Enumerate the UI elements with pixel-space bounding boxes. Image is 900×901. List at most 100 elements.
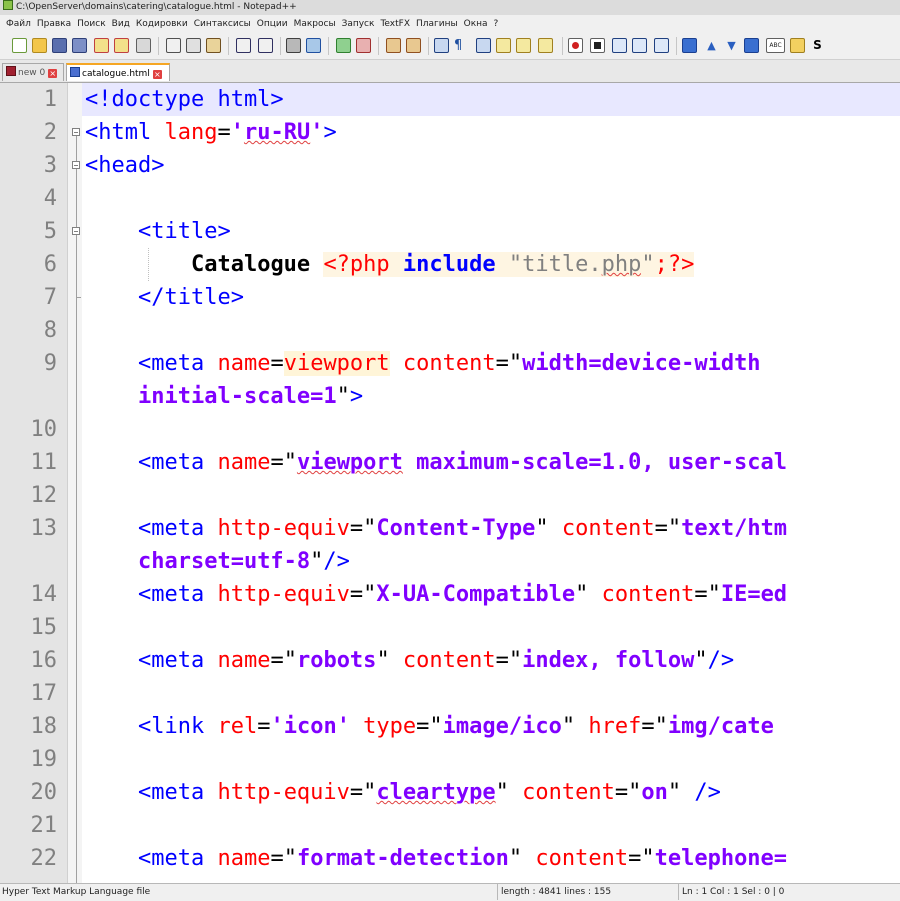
fold-toggle-icon[interactable]	[72, 128, 80, 136]
status-bar: Hyper Text Markup Language file length :…	[0, 883, 900, 901]
spell-check-icon[interactable]: ABC	[766, 38, 785, 53]
menu-run[interactable]: Запуск	[342, 15, 375, 33]
save-macro-icon[interactable]	[654, 38, 669, 53]
fold-margin	[68, 83, 82, 883]
close-tab-icon[interactable]: ×	[48, 69, 58, 78]
status-length: length : 4841	[501, 887, 562, 897]
code-line: <link rel='icon' type="image/ico" href="…	[137, 714, 774, 739]
fold-line	[76, 169, 77, 227]
menu-help[interactable]: ?	[494, 15, 499, 33]
menu-search[interactable]: Поиск	[77, 15, 106, 33]
fold-toggle-icon[interactable]	[72, 161, 80, 169]
close-tab-icon[interactable]: ×	[152, 70, 162, 79]
saved-file-icon	[70, 67, 80, 77]
menu-settings[interactable]: Опции	[257, 15, 288, 33]
stop-macro-icon[interactable]	[590, 38, 605, 53]
code-line: <head>	[85, 153, 165, 178]
zoom-in-icon[interactable]	[336, 38, 351, 53]
word-wrap-icon[interactable]	[434, 38, 449, 53]
indent-guide-icon[interactable]	[476, 38, 491, 53]
code-line: <meta name=viewport content="width=devic…	[137, 351, 761, 376]
title-bar: C:\OpenServer\domains\catering\catalogue…	[0, 0, 900, 15]
line-number: 17	[30, 681, 58, 706]
menu-view[interactable]: Вид	[112, 15, 130, 33]
close-icon[interactable]	[94, 38, 109, 53]
cut-icon[interactable]	[166, 38, 181, 53]
menu-window[interactable]: Окна	[464, 15, 488, 33]
new-file-icon[interactable]	[12, 38, 27, 53]
code-line: charset=utf-8"/>	[137, 549, 350, 574]
line-number: 11	[30, 450, 58, 475]
menu-language[interactable]: Синтаксисы	[194, 15, 251, 33]
line-number: 10	[30, 417, 58, 442]
tab-new[interactable]: new 0 ×	[2, 63, 64, 81]
code-line: Catalogue <?php include "title.php";?>	[190, 252, 695, 277]
line-number: 18	[30, 714, 58, 739]
line-number: 6	[43, 252, 57, 277]
code-line: <meta http-equiv="X-UA-Compatible" conte…	[137, 582, 788, 607]
user-defined-language-icon[interactable]	[496, 38, 511, 53]
replace-icon[interactable]	[306, 38, 321, 53]
sync-horizontal-icon[interactable]	[406, 38, 421, 53]
document-map-icon[interactable]	[516, 38, 531, 53]
line-number: 1	[43, 87, 57, 112]
fold-toggle-icon[interactable]	[72, 227, 80, 235]
code-line: <!doctype html>	[85, 87, 284, 112]
sort-icon[interactable]	[744, 38, 759, 53]
redo-icon[interactable]	[258, 38, 273, 53]
sync-vertical-icon[interactable]	[386, 38, 401, 53]
arrow-up-icon[interactable]: ▲	[704, 38, 719, 53]
code-editor[interactable]: 1 2 3 4 5 6 7 8 9 10 11 12 13 14 15 16 1…	[0, 83, 900, 883]
save-icon[interactable]	[52, 38, 67, 53]
code-line: <title>	[137, 219, 231, 244]
code-line: <meta name="viewport maximum-scale=1.0, …	[137, 450, 788, 475]
line-number: 16	[30, 648, 58, 673]
line-number: 19	[30, 747, 58, 772]
show-all-characters-icon[interactable]: ¶	[454, 38, 464, 53]
fold-line	[76, 235, 77, 883]
menu-bar: Файл Правка Поиск Вид Кодировки Синтаксисы Опц…	[0, 15, 900, 33]
close-all-icon[interactable]	[114, 38, 129, 53]
run-macro-multiple-icon[interactable]	[632, 38, 647, 53]
open-file-icon[interactable]	[32, 38, 47, 53]
tab-catalogue-label: catalogue.html	[82, 69, 150, 79]
line-number: 9	[43, 351, 57, 376]
paste-icon[interactable]	[206, 38, 221, 53]
menu-plugins[interactable]: Плагины	[416, 15, 458, 33]
window-title: C:\OpenServer\domains\catering\catalogue…	[16, 2, 297, 12]
save-all-icon[interactable]	[72, 38, 87, 53]
record-macro-icon[interactable]	[568, 38, 583, 53]
unsaved-file-icon	[6, 66, 16, 76]
menu-macro[interactable]: Макросы	[294, 15, 336, 33]
line-number: 5	[43, 219, 57, 244]
line-number: 4	[43, 186, 57, 211]
code-line: </title>	[137, 285, 244, 310]
status-lines: lines : 155	[564, 887, 612, 897]
playback-macro-icon[interactable]	[612, 38, 627, 53]
line-number: 14	[30, 582, 58, 607]
fold-line	[76, 136, 77, 161]
copy-icon[interactable]	[186, 38, 201, 53]
s-icon[interactable]: S	[810, 38, 825, 53]
find-icon[interactable]	[286, 38, 301, 53]
menu-encoding[interactable]: Кодировки	[136, 15, 188, 33]
notepad-plus-plus-icon	[3, 0, 13, 10]
menu-textfx[interactable]: TextFX	[380, 15, 410, 33]
line-number: 3	[43, 153, 57, 178]
menu-edit[interactable]: Правка	[37, 15, 71, 33]
print-icon[interactable]	[136, 38, 151, 53]
code-line: <meta http-equiv="cleartype" content="on…	[137, 780, 721, 805]
code-line: <html lang='ru-RU'>	[85, 120, 337, 145]
menu-file[interactable]: Файл	[6, 15, 31, 33]
status-file-type: Hyper Text Markup Language file	[2, 887, 151, 897]
textfx-icon[interactable]	[682, 38, 697, 53]
toolbar: ¶ ▲ ▼ ABC S	[0, 33, 900, 60]
tab-catalogue[interactable]: catalogue.html ×	[66, 63, 170, 81]
function-list-icon[interactable]	[538, 38, 553, 53]
plugin-icon[interactable]	[790, 38, 805, 53]
arrow-down-icon[interactable]: ▼	[724, 38, 739, 53]
line-number: 13	[30, 516, 58, 541]
line-number: 7	[43, 285, 57, 310]
undo-icon[interactable]	[236, 38, 251, 53]
zoom-out-icon[interactable]	[356, 38, 371, 53]
